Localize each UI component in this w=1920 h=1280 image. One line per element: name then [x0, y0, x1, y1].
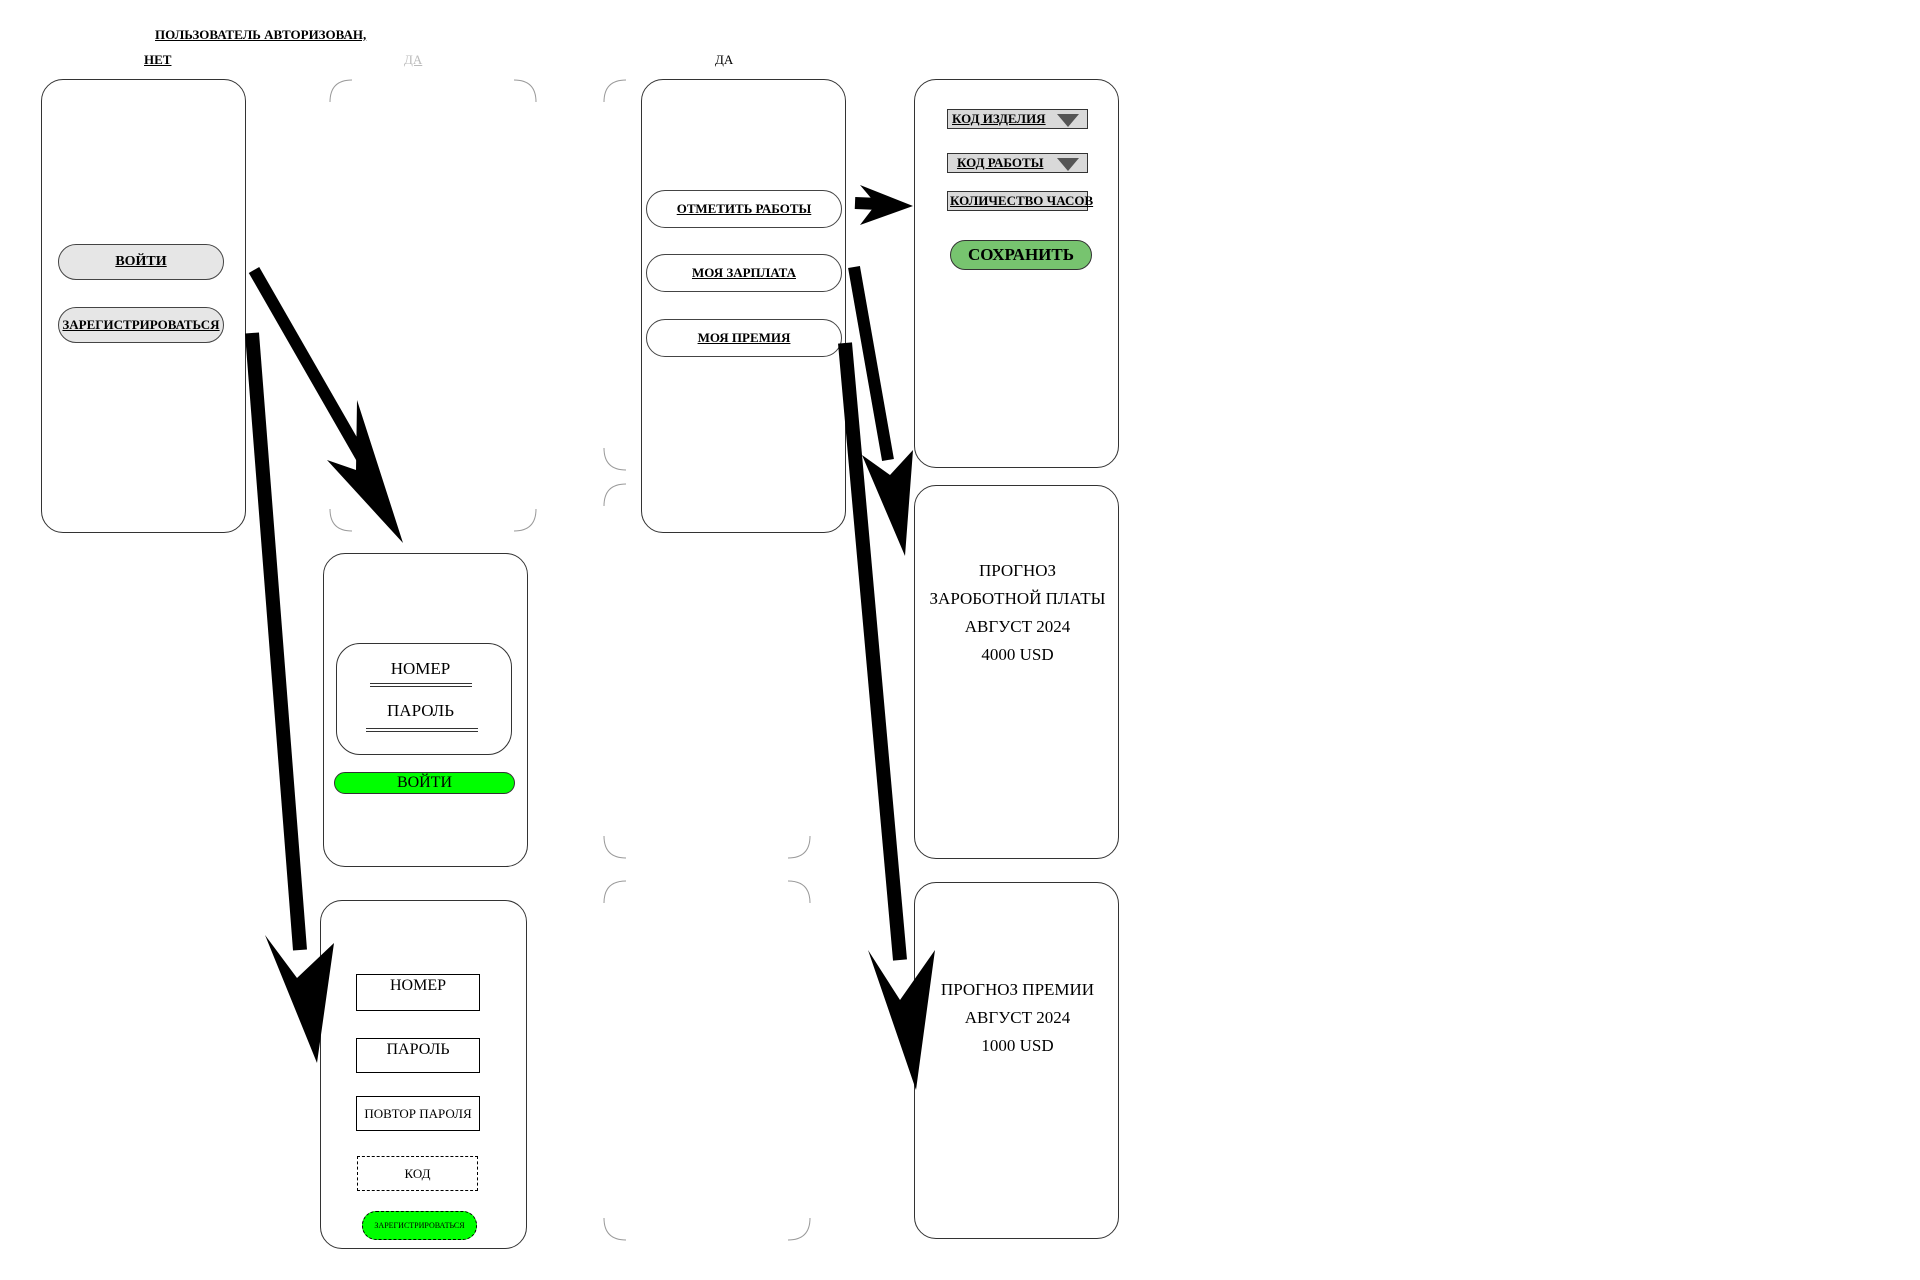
arrow-start-to-login: [248, 267, 403, 543]
flow-arrows: [245, 185, 935, 1090]
arrow-start-to-register: [245, 332, 334, 1063]
arrow-menu-to-mark-work: [854, 185, 913, 225]
